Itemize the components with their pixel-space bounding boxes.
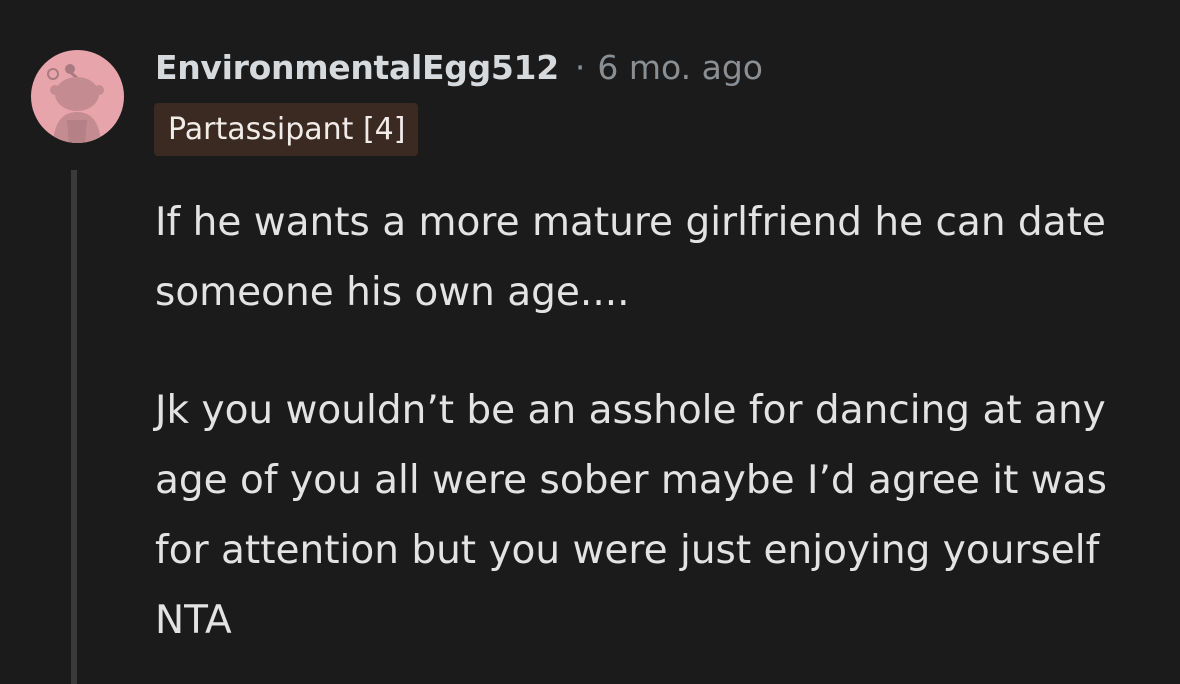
snoo-avatar-icon (47, 64, 104, 143)
comment-body: If he wants a more mature girlfriend he … (155, 188, 1145, 656)
meta-separator: · (574, 47, 586, 87)
user-avatar[interactable] (31, 50, 124, 143)
comment-meta: EnvironmentalEgg512 · 6 mo. ago (155, 42, 763, 92)
user-flair: Partassipant [4] (154, 103, 419, 156)
username-link[interactable]: EnvironmentalEgg512 (155, 48, 559, 87)
thread-collapse-line[interactable] (71, 170, 77, 684)
comment-paragraph: If he wants a more mature girlfriend he … (155, 200, 1106, 315)
comment-timestamp[interactable]: 6 mo. ago (597, 48, 763, 87)
comment-paragraph: Jk you wouldn’t be an asshole for dancin… (155, 388, 1107, 643)
comment-container: EnvironmentalEgg512 · 6 mo. ago Partassi… (0, 0, 1180, 684)
